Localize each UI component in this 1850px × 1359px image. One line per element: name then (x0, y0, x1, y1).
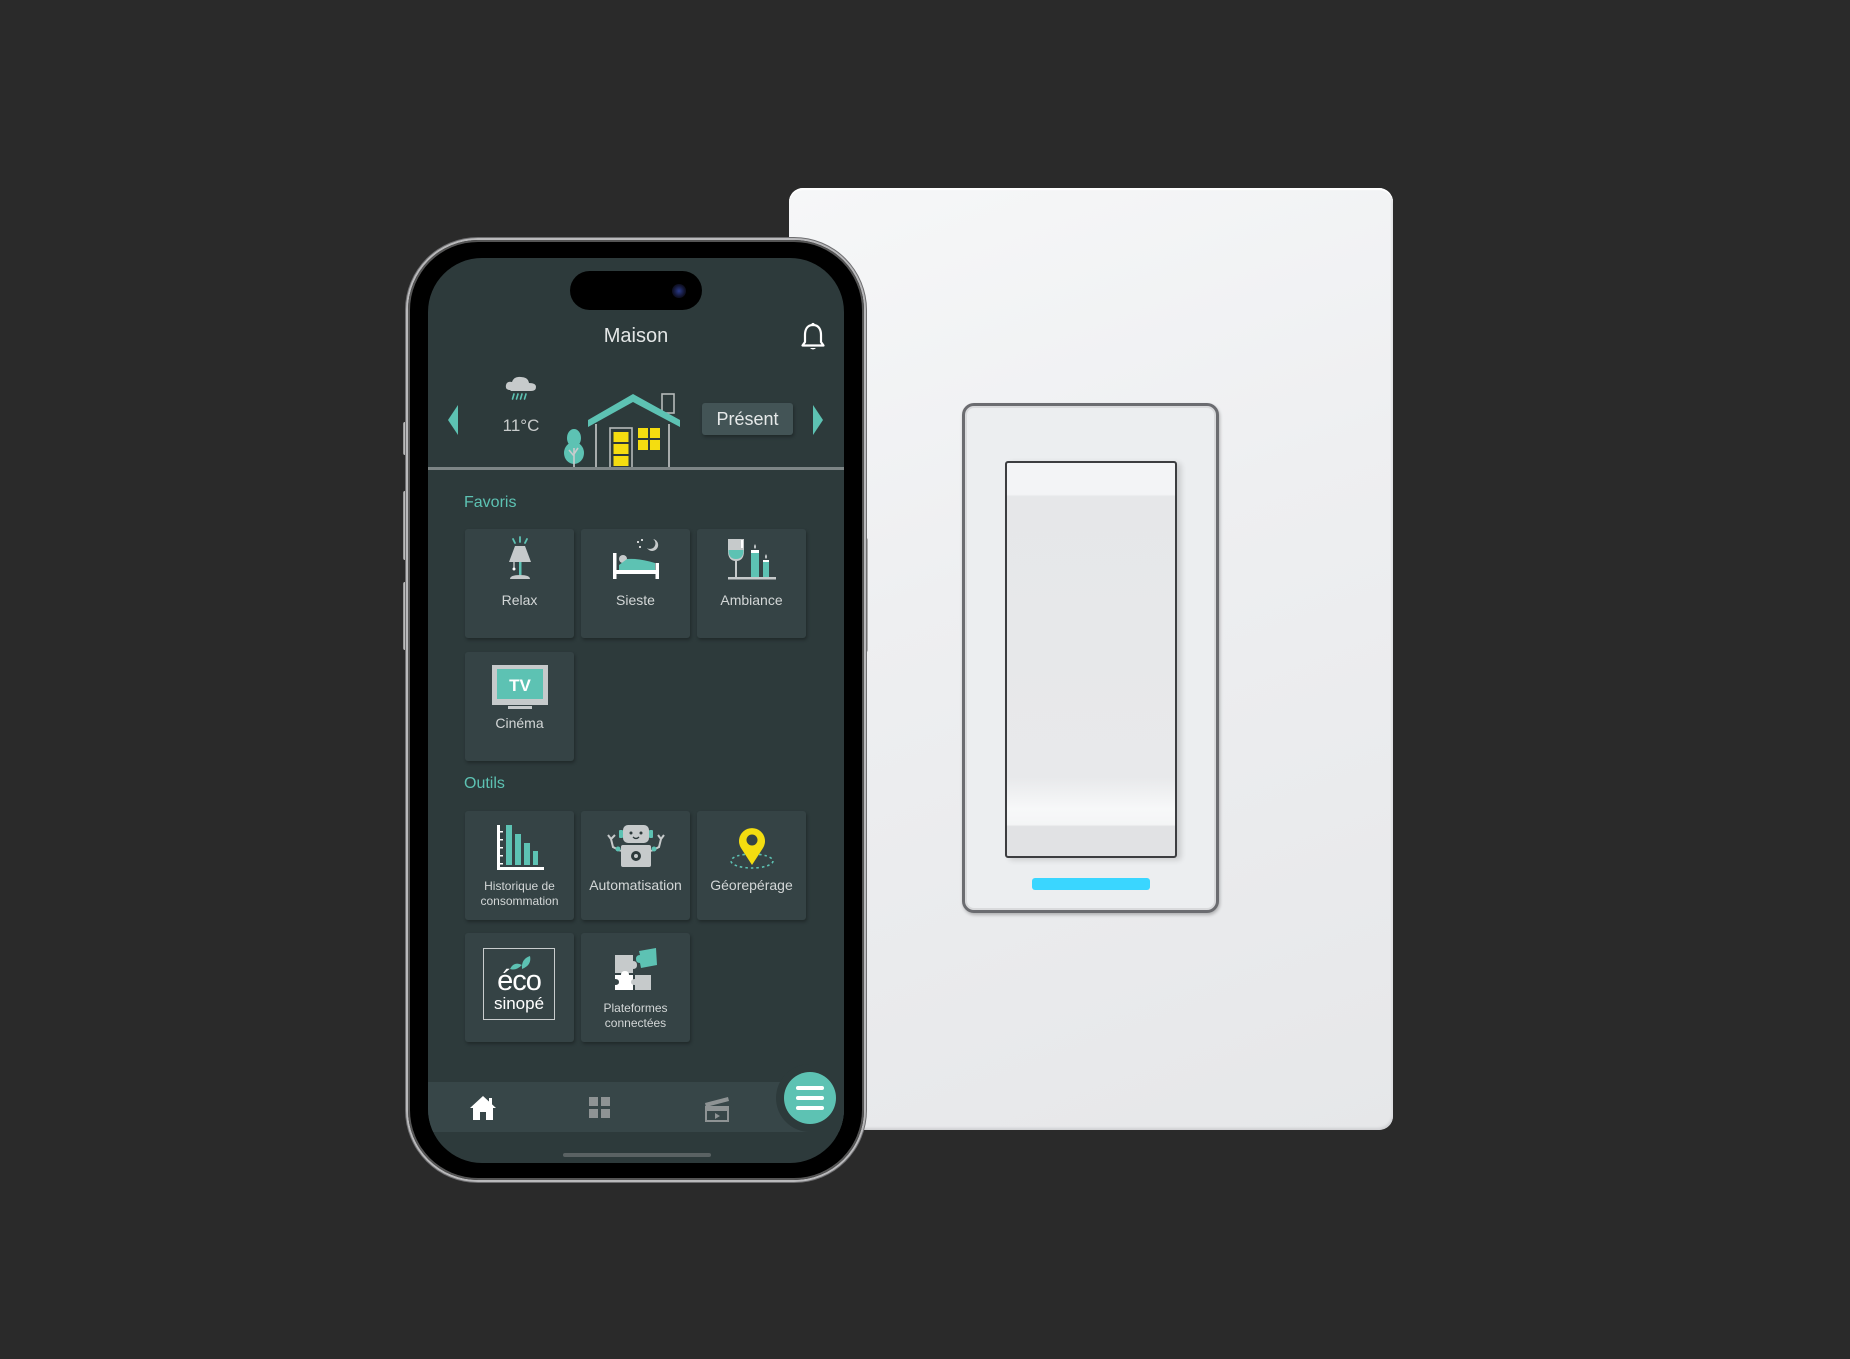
tv-icon-text: TV (509, 676, 531, 695)
eco-sinope-logo: éco sinopé (483, 948, 555, 1020)
favorites-heading: Favoris (464, 494, 517, 511)
grid-icon[interactable] (585, 1094, 615, 1122)
eco-logo-text: éco (497, 965, 542, 997)
favorite-label: Ambiance (720, 592, 783, 608)
puzzle-icon (614, 948, 657, 990)
bed-icon (612, 539, 659, 579)
tool-label: Historique de consommation (480, 879, 559, 908)
tool-tile-automation[interactable]: Automatisation (581, 811, 690, 920)
hamburger-icon-line (796, 1086, 824, 1090)
wine-candles-icon (727, 539, 776, 580)
home-indicator[interactable] (563, 1153, 711, 1157)
previous-location-arrow[interactable] (448, 405, 458, 435)
front-camera (672, 284, 686, 298)
house-illustration (558, 393, 680, 470)
switch-rocker[interactable] (1005, 461, 1177, 858)
menu-button[interactable] (784, 1072, 836, 1124)
tool-tile-eco-sinope[interactable]: éco sinopé (465, 933, 574, 1042)
bell-icon[interactable] (800, 322, 826, 352)
hamburger-icon-line (796, 1106, 824, 1110)
dynamic-island (570, 271, 702, 310)
tv-icon: TV (491, 665, 548, 709)
sinope-logo-text: sinopé (493, 994, 545, 1013)
next-location-arrow[interactable] (813, 405, 823, 435)
hamburger-icon-line (796, 1096, 824, 1100)
favorite-label: Relax (501, 592, 538, 608)
lamp-icon (508, 536, 531, 579)
home-icon[interactable] (468, 1094, 498, 1122)
outdoor-temperature: 11°C (502, 416, 540, 435)
favorite-label: Sieste (616, 592, 655, 608)
bar-chart-icon (496, 825, 544, 870)
phone-power-button (864, 538, 868, 652)
presence-mode-button[interactable]: Présent (702, 403, 793, 435)
tool-tile-geofencing[interactable]: Géorepérage (697, 811, 806, 920)
robot-icon (606, 825, 665, 867)
favorite-tile-ambiance[interactable]: Ambiance (697, 529, 806, 638)
phone-frame: Maison 11°C Présent Favoris Relax Sieste… (408, 240, 864, 1180)
page-title: Maison (603, 325, 669, 347)
header-divider (428, 467, 844, 470)
clapperboard-icon[interactable] (702, 1094, 732, 1122)
tool-tile-consumption-history[interactable]: Historique de consommation (465, 811, 574, 920)
app-screen: Maison 11°C Présent Favoris Relax Sieste… (428, 258, 844, 1163)
tool-tile-connected-platforms[interactable]: Plateformes connectées (581, 933, 690, 1042)
favorite-tile-cinema[interactable]: TV Cinéma (465, 652, 574, 761)
rain-cloud-icon (505, 376, 536, 400)
tool-label: Automatisation (589, 877, 682, 893)
tool-label: Géorepérage (710, 877, 793, 893)
tools-heading: Outils (464, 775, 505, 792)
tool-label: Plateformes connectées (603, 1001, 668, 1030)
favorite-label: Cinéma (495, 715, 544, 731)
switch-led-indicator (1032, 878, 1150, 890)
favorite-tile-sieste[interactable]: Sieste (581, 529, 690, 638)
favorite-tile-relax[interactable]: Relax (465, 529, 574, 638)
map-pin-icon (729, 828, 774, 869)
